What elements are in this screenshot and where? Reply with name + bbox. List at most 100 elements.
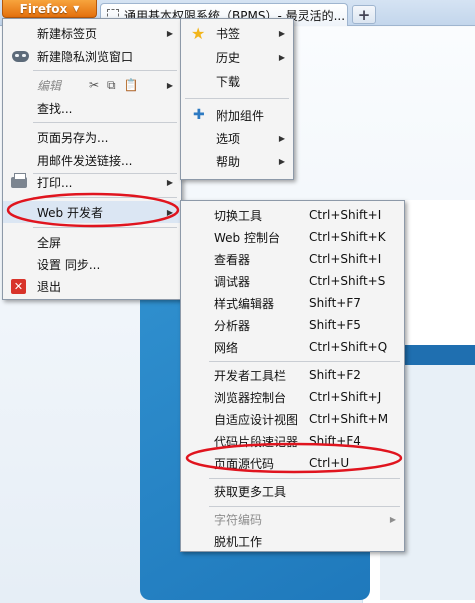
menu-shortcut: Ctrl+Shift+K [309, 230, 386, 244]
menu-item-addons[interactable]: ✚ 附加组件 [181, 104, 293, 126]
menu-item-debugger[interactable]: 调试器 Ctrl+Shift+S [181, 270, 404, 292]
menu-label: 下载 [216, 74, 241, 89]
menu-item-fullscreen[interactable]: 全屏 [3, 231, 181, 253]
submenu-arrow-icon: ▶ [166, 207, 173, 217]
firefox-button-label: Firefox [19, 1, 68, 16]
submenu-arrow-icon: ▶ [166, 28, 173, 38]
menu-item-history[interactable]: 历史 ▶ [181, 46, 293, 68]
menu-shortcut: Ctrl+Shift+I [309, 252, 382, 266]
menu-label: 设置 同步... [37, 257, 101, 272]
submenu-arrow-icon: ▶ [166, 80, 173, 90]
menu-separator [209, 478, 400, 479]
menu-separator [33, 197, 177, 198]
submenu-arrow-icon: ▶ [278, 133, 285, 143]
menu-item-responsive-design[interactable]: 自适应设计视图 Ctrl+Shift+M [181, 408, 404, 430]
menu-shortcut: Shift+F2 [309, 368, 361, 382]
menu-label: Web 开发者 [37, 205, 103, 220]
submenu-arrow-icon: ▶ [278, 28, 285, 38]
menu-item-page-source[interactable]: 页面源代码 Ctrl+U [181, 452, 404, 474]
menu-item-style-editor[interactable]: 样式编辑器 Shift+F7 [181, 292, 404, 314]
firefox-main-menu: 新建标签页 ▶ 新建隐私浏览窗口 编辑 ✂⧉📋 ▶ 查找... 页面另存为...… [2, 18, 182, 300]
menu-label: 选项 [216, 131, 241, 146]
menu-item-browser-console[interactable]: 浏览器控制台 Ctrl+Shift+J [181, 386, 404, 408]
firefox-right-menu: ★ 书签 ▶ 历史 ▶ 下载 ✚ 附加组件 选项 ▶ 帮助 ▶ [180, 18, 294, 180]
menu-label: 分析器 [214, 318, 251, 333]
puzzle-icon: ✚ [193, 107, 205, 123]
menu-label: 用邮件发送链接... [37, 153, 133, 168]
menu-item-new-private-window[interactable]: 新建隐私浏览窗口 [3, 45, 181, 67]
menu-label: 脱机工作 [214, 534, 263, 549]
menu-label: 自适应设计视图 [214, 412, 299, 427]
menu-label: 查看器 [214, 252, 251, 267]
menu-shortcut: Shift+F7 [309, 296, 361, 310]
menu-label: 切换工具 [214, 208, 263, 223]
menu-label: 样式编辑器 [214, 296, 275, 311]
page-strip [405, 345, 475, 365]
menu-item-toggle-tools[interactable]: 切换工具 Ctrl+Shift+I [181, 204, 404, 226]
menu-separator [209, 506, 400, 507]
menu-label: 调试器 [214, 274, 251, 289]
submenu-arrow-icon: ▶ [389, 514, 396, 524]
menu-item-network[interactable]: 网络 Ctrl+Shift+Q [181, 336, 404, 358]
plus-icon: + [357, 5, 371, 24]
printer-icon [11, 172, 27, 188]
menu-label: 新建标签页 [37, 26, 98, 41]
menu-label: 开发者工具栏 [214, 368, 287, 383]
menu-item-edit[interactable]: 编辑 ✂⧉📋 ▶ [3, 74, 181, 96]
menu-label: 网络 [214, 340, 239, 355]
menu-label: 帮助 [216, 154, 241, 169]
menu-item-save-page-as[interactable]: 页面另存为... [3, 126, 181, 148]
dropdown-arrow-icon: ▼ [73, 4, 80, 13]
menu-item-print[interactable]: 打印... ▶ [3, 171, 181, 193]
menu-item-exit[interactable]: ✕ 退出 [3, 275, 181, 297]
exit-icon: ✕ [11, 278, 26, 294]
menu-shortcut: Shift+F4 [309, 434, 361, 448]
menu-item-options[interactable]: 选项 ▶ [181, 127, 293, 149]
menu-item-developer-toolbar[interactable]: 开发者工具栏 Shift+F2 [181, 364, 404, 386]
menu-item-bookmarks[interactable]: ★ 书签 ▶ [181, 22, 293, 44]
menu-shortcut: Ctrl+Shift+J [309, 390, 382, 404]
menu-label: 编辑 [37, 78, 62, 93]
menu-label: 字符编码 [214, 512, 263, 527]
submenu-arrow-icon: ▶ [278, 156, 285, 166]
menu-label: 查找... [37, 101, 73, 116]
menu-item-new-tab[interactable]: 新建标签页 ▶ [3, 22, 181, 44]
menu-label: 获取更多工具 [214, 484, 287, 499]
menu-label: 全屏 [37, 235, 62, 250]
menu-label: 历史 [216, 50, 241, 65]
menu-shortcut: Shift+F5 [309, 318, 361, 332]
menu-label: 打印... [37, 175, 73, 190]
cut-copy-paste-icon: ✂⧉📋 [89, 77, 147, 92]
menu-item-web-developer[interactable]: Web 开发者 ▶ [3, 201, 181, 223]
menu-item-send-link[interactable]: 用邮件发送链接... [3, 149, 181, 171]
menu-item-inspector[interactable]: 查看器 Ctrl+Shift+I [181, 248, 404, 270]
menu-separator [33, 227, 177, 228]
menu-shortcut: Ctrl+Shift+M [309, 412, 389, 426]
menu-label: 页面源代码 [214, 456, 275, 471]
menu-item-downloads[interactable]: 下载 [181, 70, 293, 92]
web-developer-submenu: 切换工具 Ctrl+Shift+I Web 控制台 Ctrl+Shift+K 查… [180, 200, 405, 552]
menu-item-find[interactable]: 查找... [3, 97, 181, 119]
menu-item-web-console[interactable]: Web 控制台 Ctrl+Shift+K [181, 226, 404, 248]
menu-shortcut: Ctrl+Shift+I [309, 208, 382, 222]
private-mask-icon [12, 50, 29, 62]
menu-label: 附加组件 [216, 108, 265, 123]
menu-label: 页面另存为... [37, 130, 109, 145]
submenu-arrow-icon: ▶ [166, 177, 173, 187]
menu-shortcut: Ctrl+Shift+S [309, 274, 386, 288]
menu-label: 代码片段速记器 [214, 434, 299, 449]
menu-label: 新建隐私浏览窗口 [37, 49, 134, 64]
menu-item-scratchpad[interactable]: 代码片段速记器 Shift+F4 [181, 430, 404, 452]
menu-item-setup-sync[interactable]: 设置 同步... [3, 253, 181, 275]
menu-separator [209, 361, 400, 362]
firefox-menu-button[interactable]: Firefox ▼ [2, 0, 97, 18]
menu-label: 书签 [216, 26, 241, 41]
menu-separator [33, 70, 177, 71]
menu-item-get-more-tools[interactable]: 获取更多工具 [181, 480, 404, 502]
menu-shortcut: Ctrl+Shift+Q [309, 340, 388, 354]
menu-item-work-offline[interactable]: 脱机工作 [181, 530, 404, 552]
star-icon: ★ [191, 23, 206, 43]
new-tab-button[interactable]: + [352, 5, 376, 24]
menu-item-profiler[interactable]: 分析器 Shift+F5 [181, 314, 404, 336]
menu-item-help[interactable]: 帮助 ▶ [181, 150, 293, 172]
